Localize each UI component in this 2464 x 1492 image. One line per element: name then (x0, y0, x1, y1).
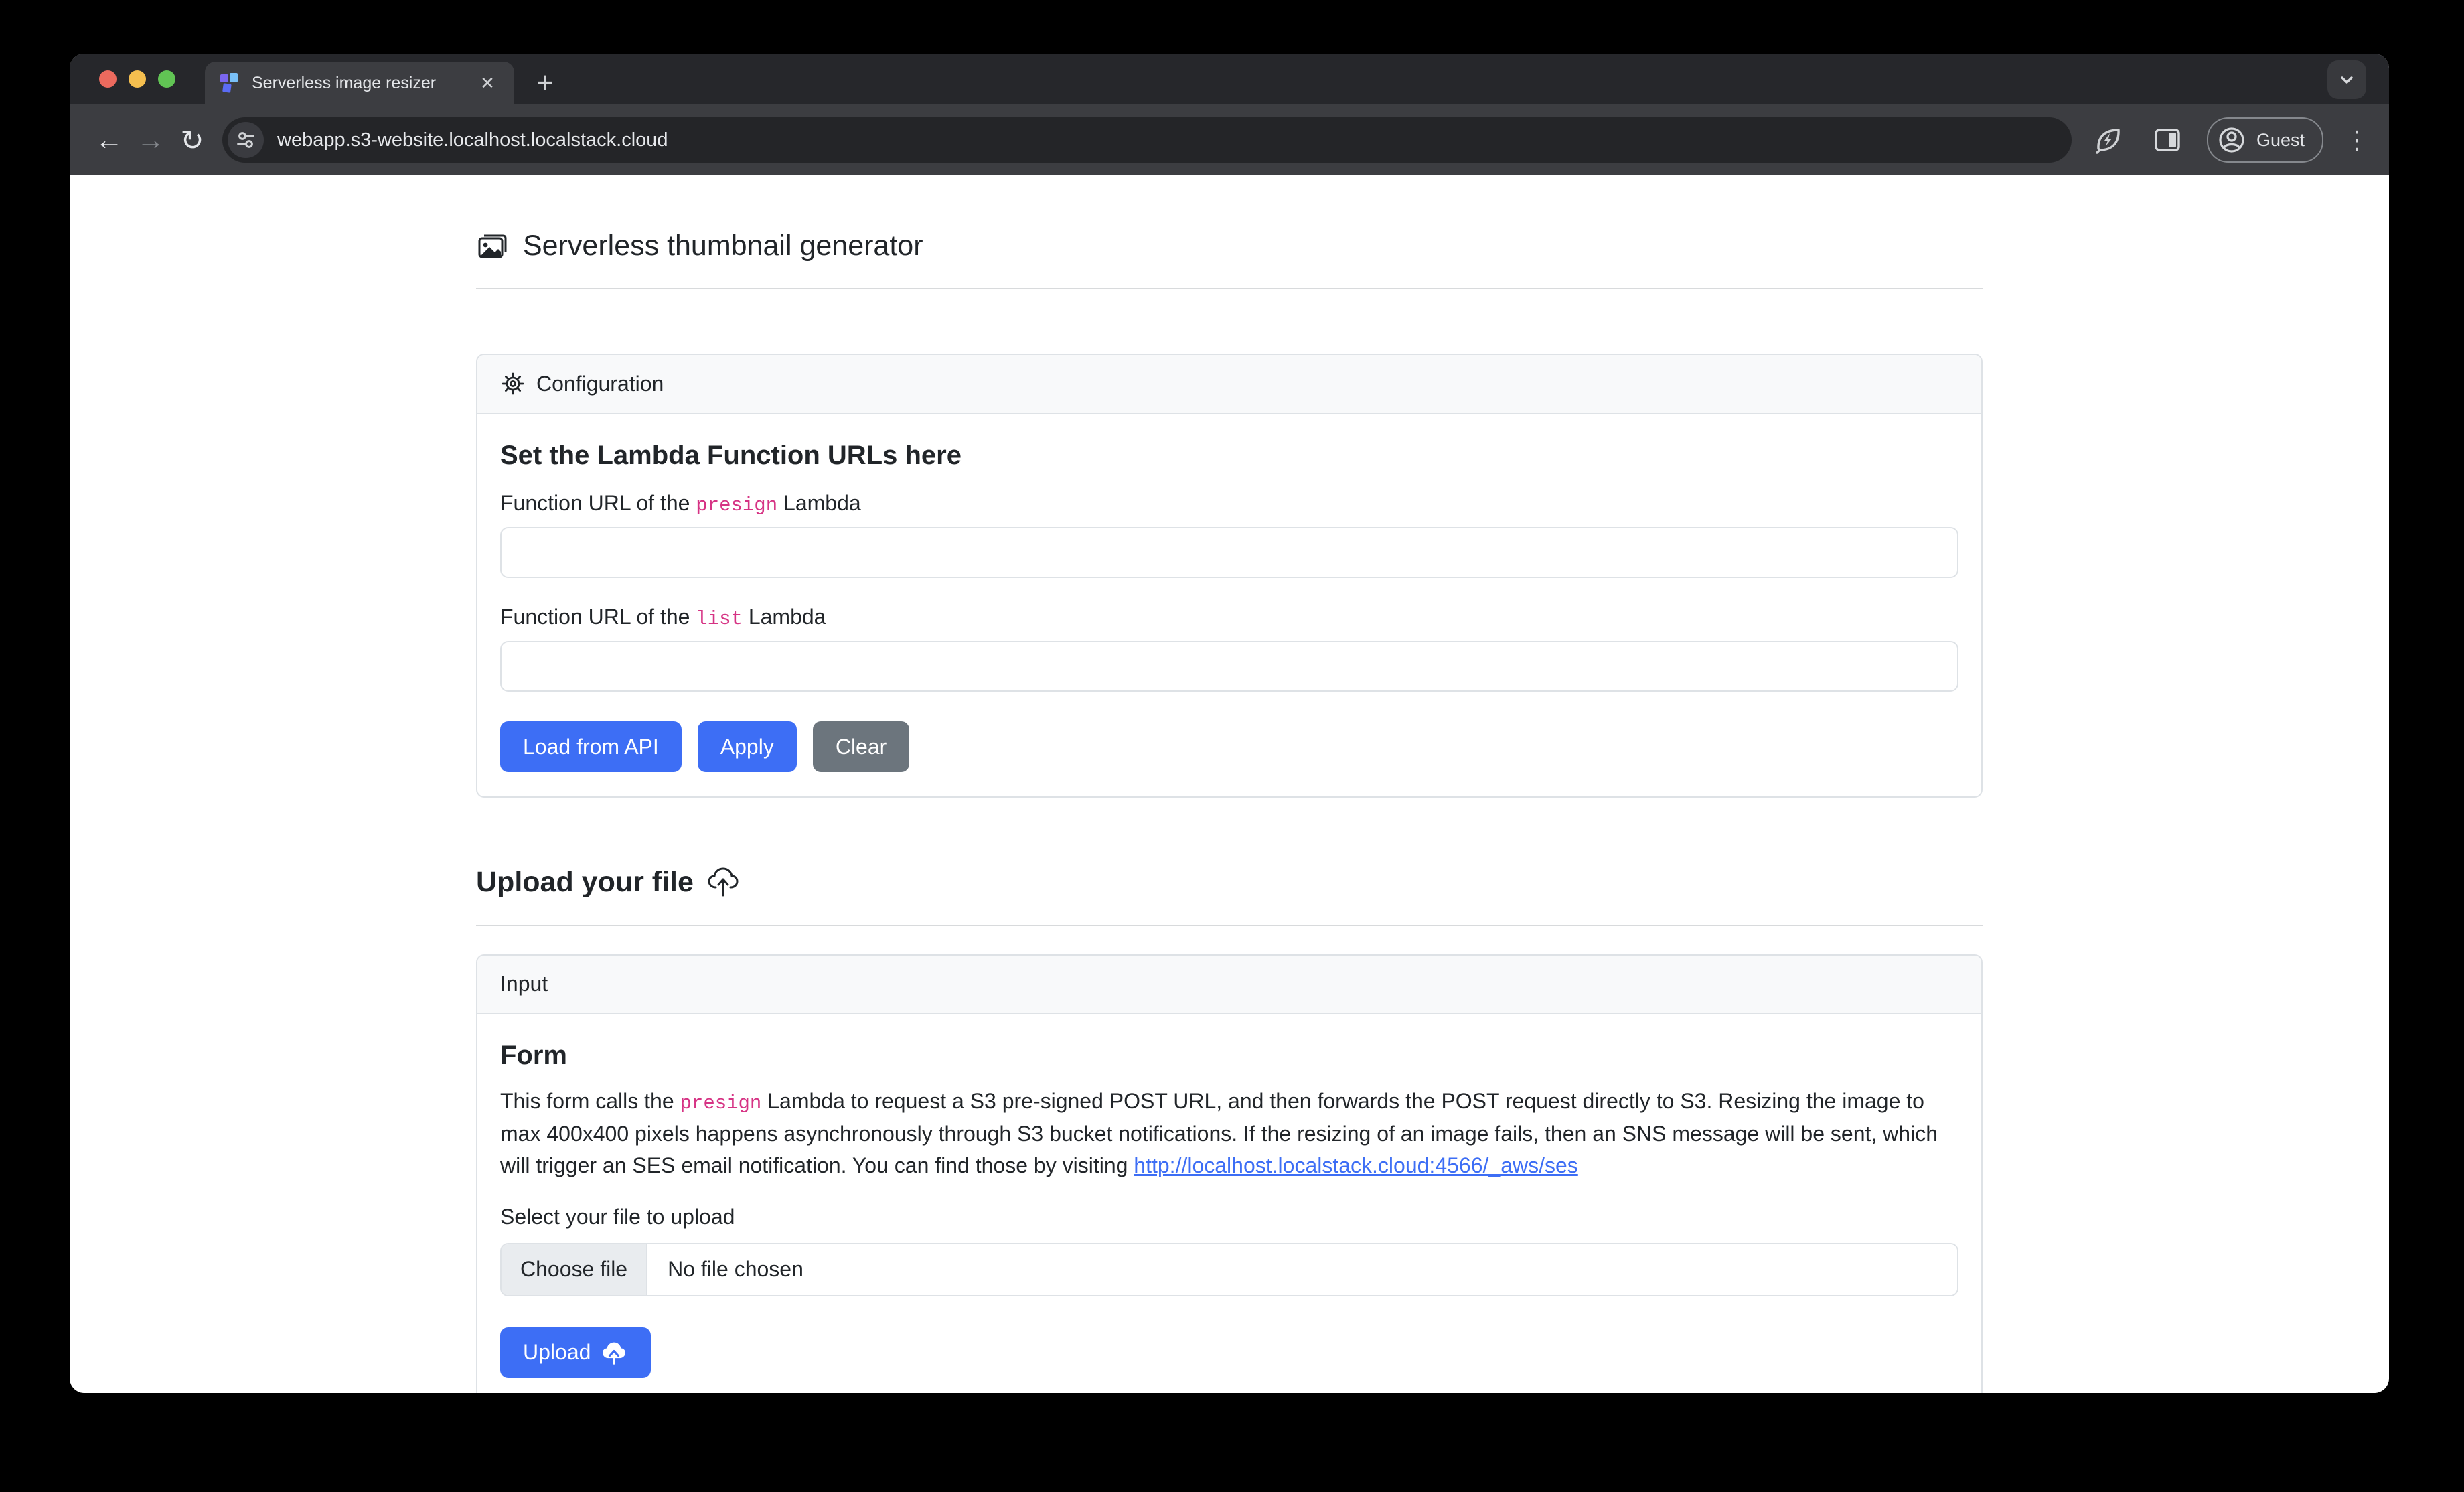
traffic-lights (99, 54, 175, 104)
load-from-api-button[interactable]: Load from API (500, 721, 682, 772)
chevron-down-icon (2337, 70, 2357, 90)
guest-profile-button[interactable]: Guest (2207, 117, 2323, 163)
upload-divider (476, 925, 1983, 926)
side-panel-icon (2151, 124, 2183, 156)
close-icon: ✕ (480, 73, 495, 94)
site-settings-icon (234, 129, 257, 151)
config-heading: Set the Lambda Function URLs here (500, 441, 1958, 471)
kebab-menu-icon: ⋮ (2344, 127, 2370, 155)
back-button[interactable]: ← (88, 119, 130, 161)
forward-icon: → (137, 124, 165, 156)
browser-window: Serverless image resizer ✕ + ← → ↻ (70, 54, 2389, 1393)
configuration-card-title: Configuration (536, 372, 664, 396)
input-card: Input Form This form calls the presign L… (476, 954, 1983, 1393)
form-heading: Form (500, 1041, 1958, 1071)
choose-file-button[interactable]: Choose file (502, 1244, 647, 1295)
ses-link[interactable]: http://localhost.localstack.cloud:4566/_… (1134, 1153, 1577, 1177)
url-bar[interactable]: webapp.s3-website.localhost.localstack.c… (222, 117, 2072, 163)
presign-code-inline: presign (680, 1092, 762, 1114)
performance-button[interactable] (2089, 121, 2128, 159)
configuration-card: Configuration Set the Lambda Function UR… (476, 354, 1983, 798)
form-description: This form calls the presign Lambda to re… (500, 1086, 1958, 1182)
back-icon: ← (95, 124, 123, 156)
gear-icon (500, 371, 526, 396)
file-select-label: Select your file to upload (500, 1205, 1958, 1229)
favicon-icon (218, 72, 241, 94)
tab-search-button[interactable] (2327, 60, 2366, 99)
clear-button[interactable]: Clear (813, 721, 909, 772)
cloud-upload-fill-icon (600, 1339, 628, 1367)
plus-icon: + (536, 66, 554, 100)
list-url-input[interactable] (500, 641, 1958, 692)
file-status-text: No file chosen (647, 1244, 1957, 1295)
presign-url-input[interactable] (500, 527, 1958, 578)
page-content: Serverless thumbnail generator (70, 175, 2389, 1393)
tab-close-button[interactable]: ✕ (474, 70, 501, 96)
browser-toolbar: ← → ↻ webapp.s3-website.localhost.locals… (70, 104, 2389, 175)
presign-url-label: Function URL of the presign Lambda (500, 491, 1958, 516)
site-settings-button[interactable] (228, 122, 264, 158)
title-divider (476, 288, 1983, 289)
forward-button[interactable]: → (130, 119, 171, 161)
page-title: Serverless thumbnail generator (523, 230, 923, 263)
browser-menu-button[interactable]: ⋮ (2343, 125, 2370, 155)
zoom-window-button[interactable] (158, 70, 175, 88)
side-panel-button[interactable] (2148, 121, 2187, 159)
browser-tab[interactable]: Serverless image resizer ✕ (205, 62, 514, 104)
images-icon (476, 229, 510, 263)
upload-button[interactable]: Upload (500, 1327, 651, 1378)
reload-button[interactable]: ↻ (171, 119, 213, 161)
cloud-upload-icon (706, 865, 741, 899)
list-code: list (696, 608, 743, 630)
new-tab-button[interactable]: + (525, 63, 565, 103)
tab-title: Serverless image resizer (252, 74, 474, 93)
energy-saver-leaf-icon (2092, 123, 2125, 157)
tab-strip: Serverless image resizer ✕ + (70, 54, 2389, 104)
minimize-window-button[interactable] (129, 70, 146, 88)
presign-code: presign (696, 494, 777, 516)
upload-section-title: Upload your file (476, 866, 694, 899)
file-input[interactable]: Choose file No file chosen (500, 1243, 1958, 1296)
input-card-title: Input (500, 972, 548, 996)
apply-button[interactable]: Apply (698, 721, 797, 772)
person-icon (2216, 125, 2247, 155)
configuration-card-header: Configuration (477, 355, 1981, 414)
guest-label: Guest (2256, 130, 2305, 151)
reload-icon: ↻ (180, 124, 204, 157)
url-text: webapp.s3-website.localhost.localstack.c… (277, 129, 668, 151)
close-window-button[interactable] (99, 70, 117, 88)
list-url-label: Function URL of the list Lambda (500, 605, 1958, 630)
input-card-header: Input (477, 956, 1981, 1014)
